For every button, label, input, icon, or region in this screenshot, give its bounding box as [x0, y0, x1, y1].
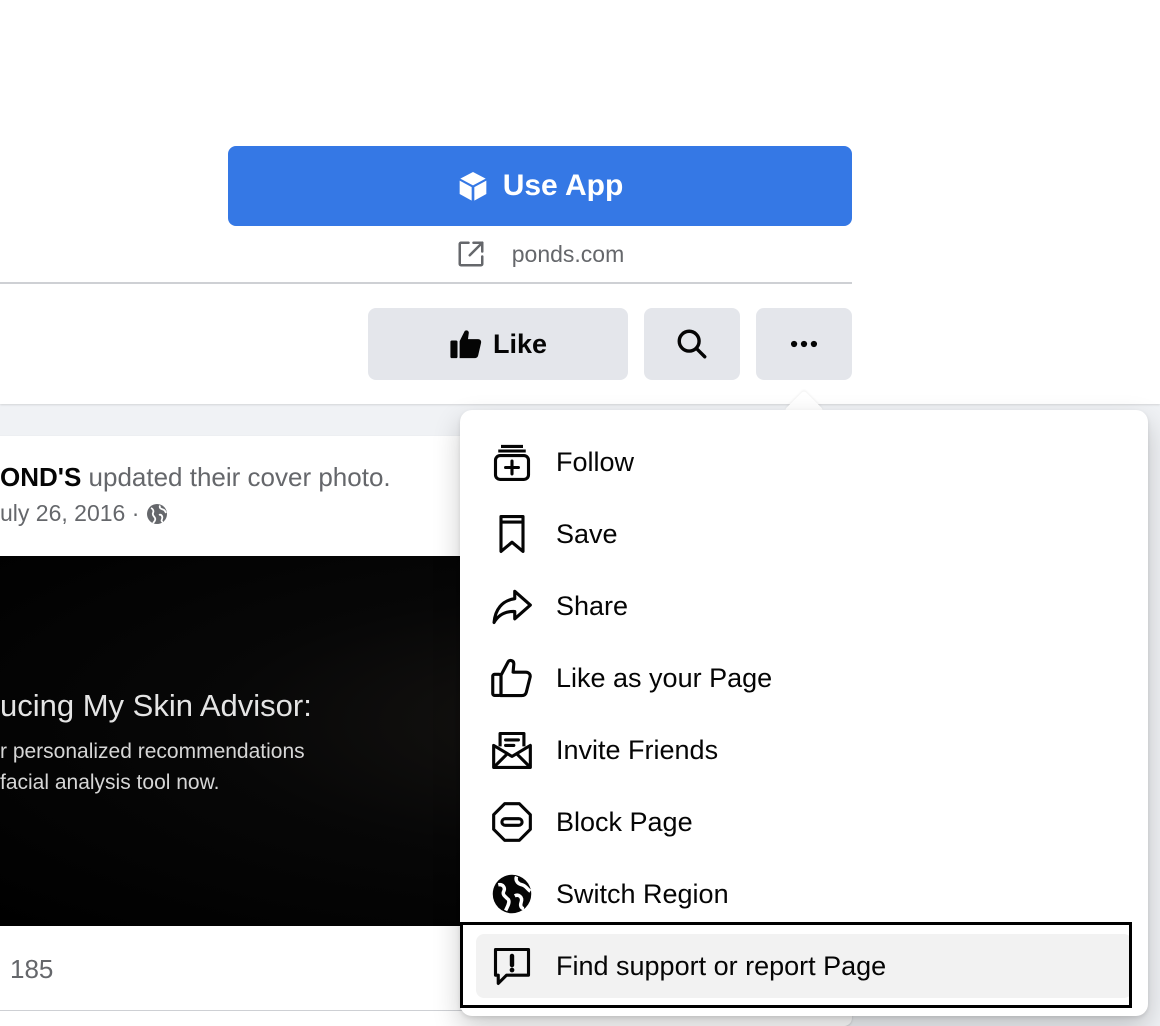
post-date-row: uly 26, 2016 · — [0, 500, 169, 527]
external-link-icon — [458, 241, 484, 267]
website-url: ponds.com — [511, 240, 625, 267]
more-options-menu: Follow Save Share Like as your Page Invi… — [460, 410, 1148, 1016]
menu-item-label: Invite Friends — [556, 734, 719, 765]
thumbs-up-icon — [490, 656, 534, 700]
menu-item-switch-region[interactable]: Switch Region — [476, 862, 1132, 926]
menu-item-label: Switch Region — [556, 878, 729, 909]
cover-text-line-1: r personalized recommendations — [0, 740, 305, 763]
envelope-icon — [490, 728, 534, 772]
like-button-label: Like — [492, 328, 548, 359]
cover-headline: ucing My Skin Advisor: — [0, 688, 312, 723]
share-icon — [490, 584, 534, 628]
page-header: Use App ponds.com Like — [0, 0, 1160, 404]
thumbs-up-filled-icon — [450, 330, 482, 359]
menu-item-label: Block Page — [556, 806, 693, 837]
post-author[interactable]: OND'S — [0, 462, 81, 492]
page: Use App ponds.com Like OND'S updated the… — [0, 0, 1160, 1026]
menu-item-follow[interactable]: Follow — [476, 430, 1132, 494]
more-icon — [790, 340, 818, 348]
menu-item-label: Save — [556, 518, 618, 549]
bookmark-icon — [490, 512, 534, 556]
menu-item-save[interactable]: Save — [476, 502, 1132, 566]
menu-item-like-as-page[interactable]: Like as your Page — [476, 646, 1132, 710]
header-divider — [0, 282, 852, 284]
menu-item-label: Like as your Page — [556, 662, 773, 693]
cover-text-line-2: facial analysis tool now. — [0, 771, 220, 794]
more-options-button[interactable] — [756, 308, 852, 380]
menu-item-label: Find support or report Page — [556, 950, 887, 981]
menu-item-invite-friends[interactable]: Invite Friends — [476, 718, 1132, 782]
menu-item-label: Share — [556, 590, 629, 621]
website-link[interactable]: ponds.com — [456, 239, 625, 269]
block-icon — [490, 800, 534, 844]
post-date[interactable]: uly 26, 2016 · — [0, 500, 139, 527]
website-row: ponds.com — [0, 236, 1080, 272]
post-title: OND'S updated their cover photo. — [0, 462, 391, 493]
menu-item-find-support[interactable]: Find support or report Page — [476, 934, 1132, 998]
menu-item-share[interactable]: Share — [476, 574, 1132, 638]
globe-icon — [490, 872, 534, 916]
menu-item-label: Follow — [556, 446, 635, 477]
follow-icon — [490, 440, 534, 484]
like-button[interactable]: Like — [368, 308, 628, 380]
reaction-count[interactable]: 185 — [10, 954, 53, 985]
search-button[interactable] — [644, 308, 740, 380]
report-icon — [490, 944, 534, 988]
search-icon — [677, 329, 707, 359]
cube-icon — [459, 172, 487, 201]
use-app-label: Use App — [502, 169, 624, 202]
use-app-button[interactable]: Use App — [228, 146, 852, 226]
menu-item-block-page[interactable]: Block Page — [476, 790, 1132, 854]
post-action-text: updated their cover photo. — [81, 462, 391, 492]
globe-icon — [147, 503, 168, 524]
